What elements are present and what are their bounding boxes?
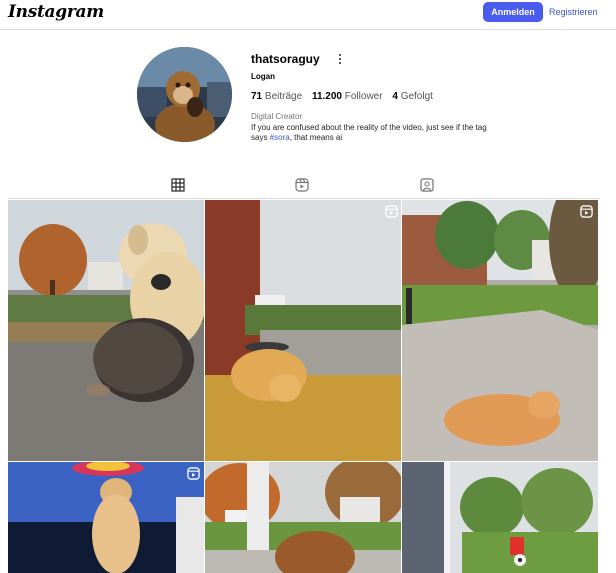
reel-indicator-icon bbox=[187, 467, 200, 480]
tagged-icon bbox=[420, 178, 434, 192]
followers-count: 11.200 bbox=[311, 91, 342, 102]
post-tile[interactable] bbox=[402, 462, 598, 573]
post-tile[interactable] bbox=[402, 200, 598, 461]
more-options-icon[interactable] bbox=[334, 52, 346, 66]
posts-grid bbox=[8, 200, 598, 573]
profile-avatar[interactable] bbox=[137, 47, 232, 142]
reel-indicator-icon bbox=[385, 205, 398, 218]
followers-stat[interactable]: 11.200 Follower bbox=[312, 91, 383, 102]
tabs-divider bbox=[8, 198, 600, 199]
reel-indicator-icon bbox=[580, 205, 593, 218]
posts-label: Beiträge bbox=[264, 91, 303, 102]
posts-count: 71 bbox=[251, 91, 263, 102]
post-tile[interactable] bbox=[8, 462, 204, 573]
bio-hashtag-link[interactable]: #sora bbox=[270, 133, 290, 142]
tab-reels[interactable] bbox=[282, 175, 322, 199]
profile-full-name: Logan bbox=[251, 72, 275, 81]
following-count: 4 bbox=[392, 91, 398, 102]
grid-icon bbox=[171, 178, 185, 192]
followers-label: Follower bbox=[344, 91, 383, 102]
following-stat[interactable]: 4 Gefolgt bbox=[392, 91, 433, 102]
register-link[interactable]: Registrieren bbox=[549, 2, 598, 22]
tab-posts[interactable] bbox=[158, 175, 198, 199]
top-navigation-bar: Instagram Anmelden Registrieren bbox=[0, 0, 616, 30]
post-tile[interactable] bbox=[205, 462, 401, 573]
reels-icon bbox=[295, 178, 309, 192]
tab-tagged[interactable] bbox=[407, 175, 447, 199]
profile-username: thatsoraguy bbox=[251, 52, 320, 66]
profile-bio: If you are confused about the reality of… bbox=[251, 123, 491, 143]
post-tile[interactable] bbox=[8, 200, 204, 461]
profile-category: Digital Creator bbox=[251, 112, 303, 121]
instagram-logo[interactable]: Instagram bbox=[8, 2, 104, 22]
profile-stats: 71 Beiträge 11.200 Follower 4 Gefolgt bbox=[251, 91, 433, 102]
bio-text-end: , that means ai bbox=[289, 133, 343, 142]
posts-stat: 71 Beiträge bbox=[251, 91, 302, 102]
post-tile[interactable] bbox=[205, 200, 401, 461]
login-button[interactable]: Anmelden bbox=[483, 2, 543, 22]
following-label: Gefolgt bbox=[400, 91, 433, 102]
